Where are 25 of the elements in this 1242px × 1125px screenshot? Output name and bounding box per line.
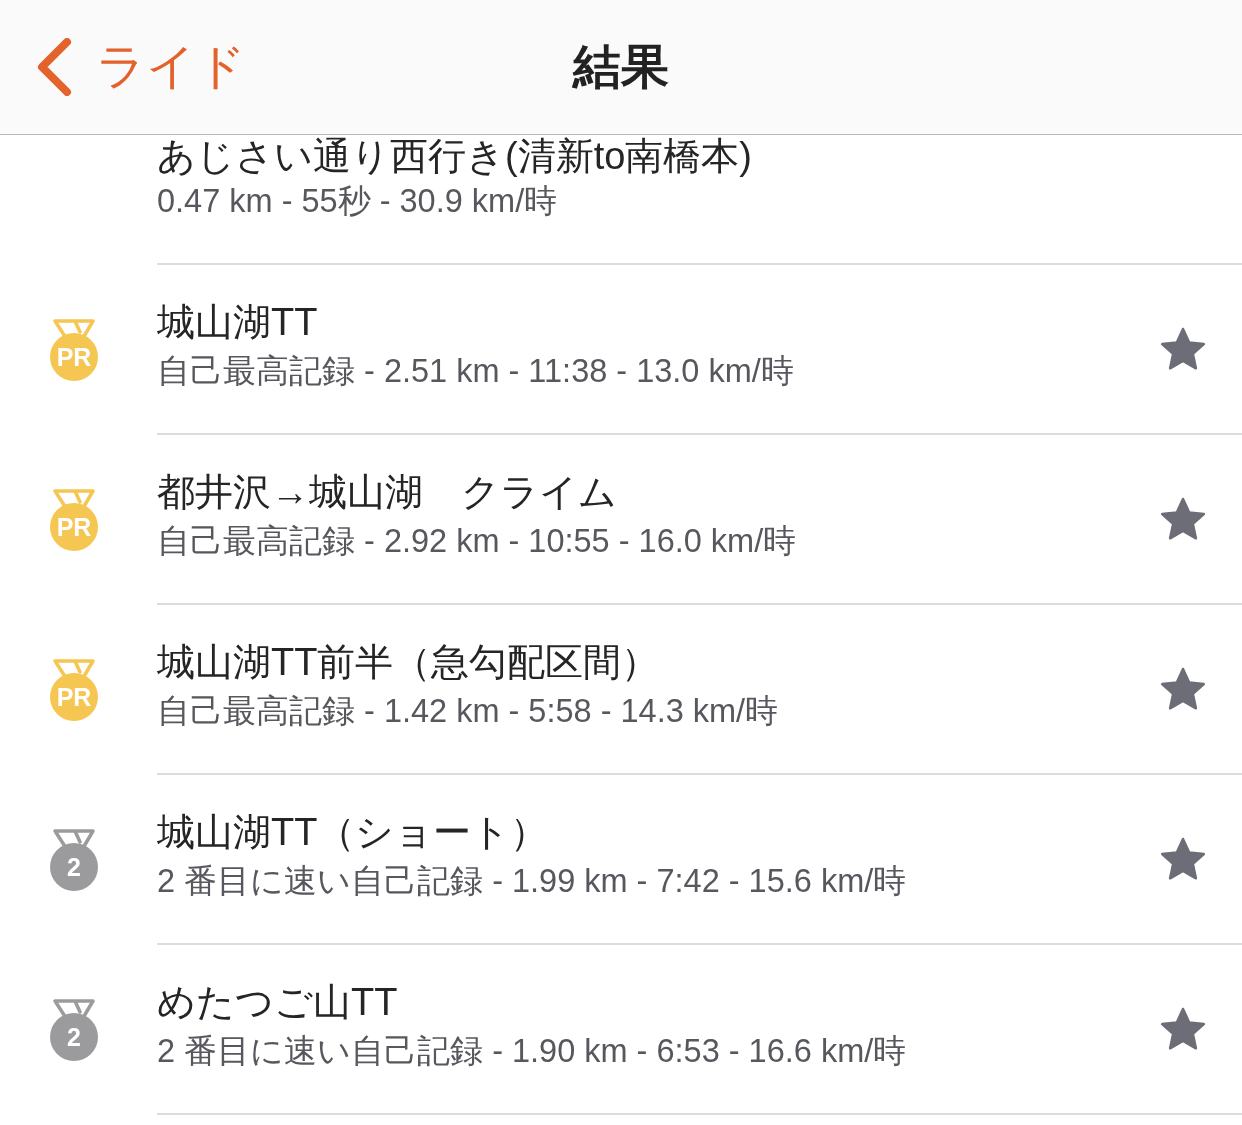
- segment-row[interactable]: 城山湖TT前半（急勾配区間） 自己最高記録 - 1.42 km - 5:58 - 14.3 km/時: [157, 605, 1242, 775]
- segment-stats: 2 番目に速い自己記録 - 1.99 km - 7:42 - 15.6 km/時: [157, 861, 908, 901]
- segment-stats: 自己最高記録 - 1.42 km - 5:58 - 14.3 km/時: [157, 691, 780, 731]
- star-icon[interactable]: [1160, 327, 1206, 371]
- star-icon[interactable]: [1160, 497, 1206, 541]
- star-icon[interactable]: [1160, 667, 1206, 711]
- segment-title: 城山湖TT（ショート）: [157, 809, 550, 855]
- segment-row[interactable]: めたつご山TT 2 番目に速い自己記録 - 1.90 km - 6:53 - 16.6 km/時: [157, 945, 1242, 1115]
- segment-title: あじさい通り西行き(清新to南橋本): [157, 136, 753, 176]
- segment-title: めたつご山TT: [157, 979, 399, 1025]
- segment-stats: 0.47 km - 55秒 - 30.9 km/時: [157, 182, 559, 221]
- segment-row[interactable]: あじさい通り西行き(清新to南橋本) 0.47 km - 55秒 - 30.9 km/時: [157, 135, 1242, 265]
- star-icon[interactable]: [1160, 837, 1206, 881]
- segment-row[interactable]: 城山湖TT（ショート） 2 番目に速い自己記録 - 1.99 km - 7:42 - 15.6 km/時: [157, 775, 1242, 945]
- segment-title: 都井沢→城山湖 クライム: [157, 469, 618, 515]
- segment-row[interactable]: 都井沢→城山湖 クライム 自己最高記録 - 2.92 km - 10:55 - 16.0 km/時: [157, 435, 1242, 605]
- segment-title: 城山湖TT: [157, 299, 319, 345]
- chevron-left-icon: [36, 38, 72, 96]
- segment-stats: 自己最高記録 - 2.51 km - 11:38 - 13.0 km/時: [157, 351, 795, 391]
- segment-row[interactable]: 城山湖TT 自己最高記録 - 2.51 km - 11:38 - 13.0 km/時: [157, 265, 1242, 435]
- segment-stats: 自己最高記録 - 2.92 km - 10:55 - 16.0 km/時: [157, 521, 798, 561]
- segment-stats: 2 番目に速い自己記録 - 1.90 km - 6:53 - 16.6 km/時: [157, 1031, 908, 1071]
- star-icon[interactable]: [1160, 1007, 1206, 1051]
- screen-title: 結果: [573, 39, 669, 96]
- segment-title: 城山湖TT前半（急勾配区間）: [157, 639, 661, 685]
